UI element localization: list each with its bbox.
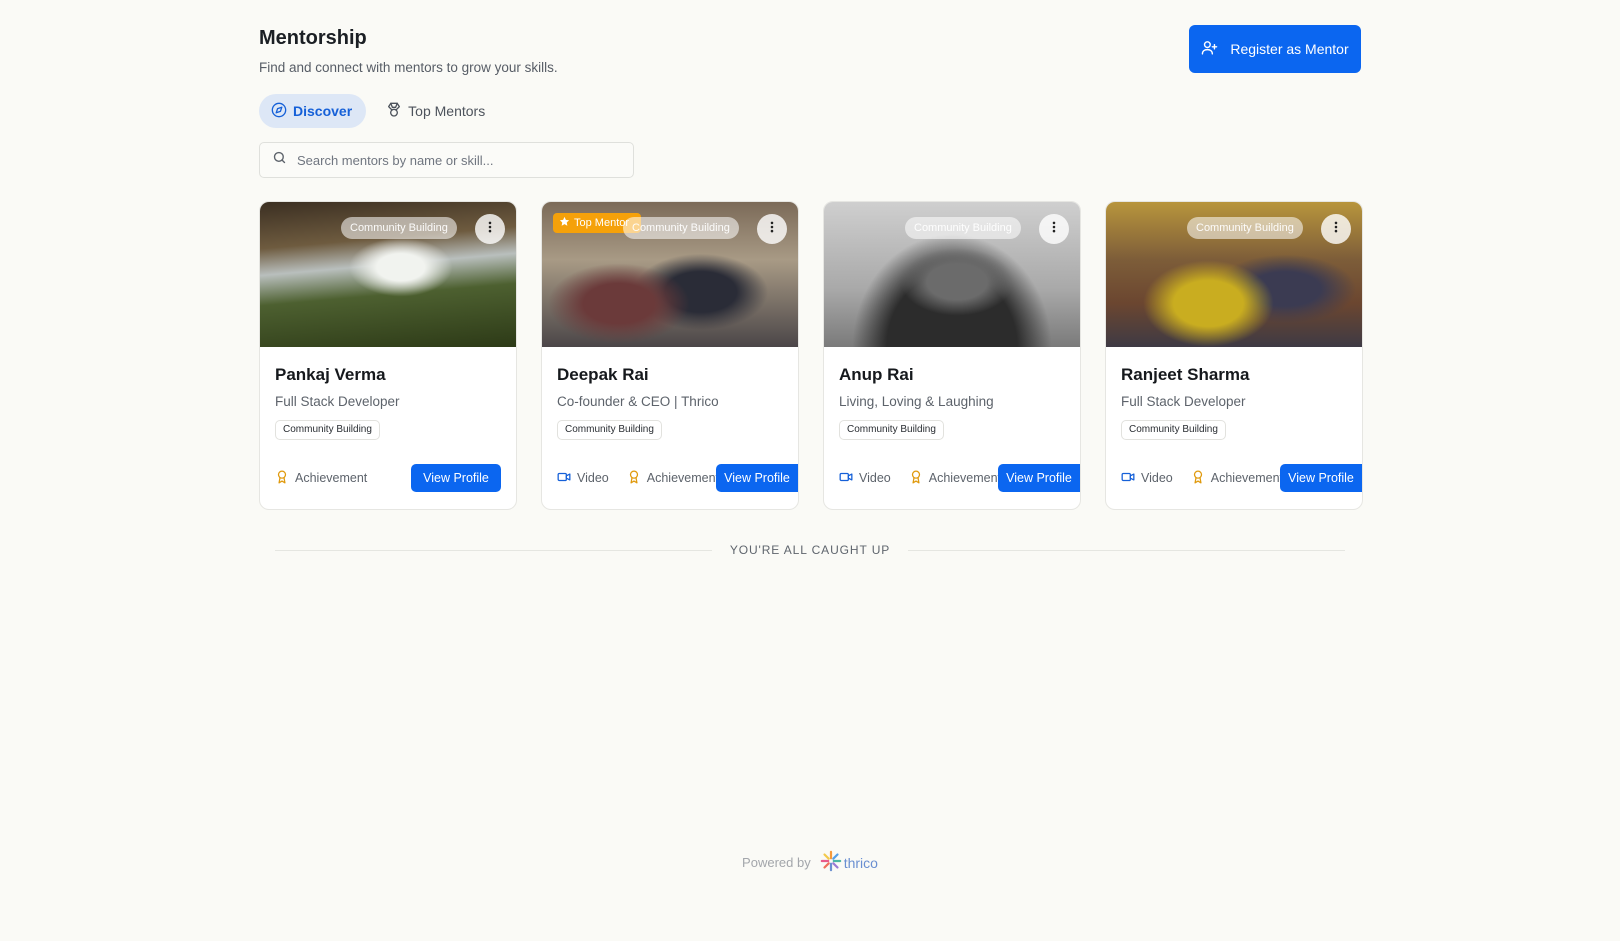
image-skill-badge: Community Building (905, 217, 1021, 239)
mentor-cover-image: Community Building (1106, 202, 1362, 347)
mentor-card-footer: Video Achievement View Profile (839, 464, 1080, 492)
mentor-name: Ranjeet Sharma (1121, 365, 1250, 384)
mentor-role: Co-founder & CEO | Thrico (557, 394, 719, 409)
mentor-role: Living, Loving & Laughing (839, 394, 994, 409)
compass-icon (271, 102, 287, 121)
mentor-card-body: Anup Rai Living, Loving & Laughing Commu… (824, 347, 1080, 509)
powered-by-text: Powered by (742, 855, 811, 870)
brand-name: thrico (843, 854, 878, 871)
skill-tag: Community Building (839, 420, 944, 440)
search-icon (272, 150, 287, 170)
mentor-card-footer: Achievement View Profile (275, 464, 516, 492)
mentor-card[interactable]: Community Building Pankaj Verma Full Sta… (259, 201, 517, 510)
feature-label: Video (577, 471, 609, 485)
image-skill-badge: Community Building (1187, 217, 1303, 239)
divider-line (275, 549, 712, 551)
more-vertical-icon (1329, 220, 1343, 239)
mentor-cover-image: Community Building (260, 202, 516, 347)
divider-line (908, 549, 1345, 551)
view-profile-button[interactable]: View Profile (998, 464, 1080, 492)
mentor-card[interactable]: Community Building Ranjeet Sharma Full S… (1105, 201, 1363, 510)
brand-logo[interactable]: thrico (820, 850, 878, 875)
view-profile-button[interactable]: View Profile (1280, 464, 1362, 492)
feature-achievement: Achievement (275, 470, 367, 487)
sparkle-logo-icon (820, 850, 842, 875)
feature-label: Video (1141, 471, 1173, 485)
image-skill-badge: Community Building (341, 217, 457, 239)
mentor-cover-image: Top Mentor Community Building (542, 202, 798, 347)
skill-tag: Community Building (557, 420, 662, 440)
feature-label: Achievement (646, 471, 720, 485)
mentor-card[interactable]: Community Building Anup Rai Living, Lovi… (823, 201, 1081, 510)
award-icon (1191, 470, 1205, 487)
mentor-card-footer: Video Achievement View Profile (1121, 464, 1362, 492)
star-icon (559, 216, 570, 230)
mentor-card-body: Ranjeet Sharma Full Stack Developer Comm… (1106, 347, 1362, 509)
more-vertical-icon (483, 220, 497, 239)
mentor-card-body: Deepak Rai Co-founder & CEO | Thrico Com… (542, 347, 798, 509)
feature-label: Video (859, 471, 891, 485)
award-icon (275, 470, 289, 487)
video-icon (1121, 470, 1135, 487)
skill-tag: Community Building (275, 420, 380, 440)
mentorship-tabs: Discover Top Mentors (259, 94, 499, 128)
feature-video: Video (839, 470, 891, 487)
mentor-card-body: Pankaj Verma Full Stack Developer Commun… (260, 347, 516, 509)
mentor-card[interactable]: Top Mentor Community Building Deepak Rai… (541, 201, 799, 510)
page-footer: Powered by thrico (0, 850, 1620, 875)
card-menu-button[interactable] (757, 214, 787, 244)
feature-label: Achievement (928, 471, 1002, 485)
tab-top-mentors-label: Top Mentors (408, 103, 486, 119)
medal-icon (386, 102, 402, 121)
video-icon (839, 470, 853, 487)
caught-up-text: YOU'RE ALL CAUGHT UP (729, 543, 891, 557)
view-profile-button[interactable]: View Profile (411, 464, 501, 492)
card-menu-button[interactable] (1039, 214, 1069, 244)
tab-discover-label: Discover (293, 103, 353, 119)
video-icon (557, 470, 571, 487)
caught-up-divider: YOU'RE ALL CAUGHT UP (275, 540, 1345, 560)
top-mentor-label: Top Mentor (574, 217, 630, 229)
feature-video: Video (557, 470, 609, 487)
tab-top-mentors[interactable]: Top Mentors (374, 94, 499, 128)
mentorship-page: Mentorship Find and connect with mentors… (0, 0, 1620, 941)
register-as-mentor-button[interactable]: Register as Mentor (1189, 25, 1361, 73)
feature-achievement: Achievement (1191, 470, 1283, 487)
mentor-name: Pankaj Verma (275, 365, 386, 384)
search-bar (259, 142, 634, 178)
mentor-role: Full Stack Developer (275, 394, 400, 409)
tab-discover[interactable]: Discover (259, 94, 367, 128)
mentor-name: Deepak Rai (557, 365, 649, 384)
more-vertical-icon (765, 220, 779, 239)
search-input[interactable] (297, 152, 617, 168)
mentor-role: Full Stack Developer (1121, 394, 1246, 409)
view-profile-button[interactable]: View Profile (716, 464, 798, 492)
feature-achievement: Achievement (909, 470, 1001, 487)
user-plus-icon (1201, 39, 1218, 59)
mentor-card-footer: Video Achievement View Profile (557, 464, 798, 492)
more-vertical-icon (1047, 220, 1061, 239)
image-skill-badge: Community Building (623, 217, 739, 239)
mentor-card-list: Community Building Pankaj Verma Full Sta… (259, 201, 1363, 510)
award-icon (909, 470, 923, 487)
skill-tag: Community Building (1121, 420, 1226, 440)
feature-label: Achievement (295, 471, 368, 485)
register-button-label: Register as Mentor (1230, 41, 1349, 57)
mentor-name: Anup Rai (839, 365, 914, 384)
feature-achievement: Achievement (627, 470, 719, 487)
page-header: Mentorship Find and connect with mentors… (259, 24, 1361, 75)
feature-label: Achievement (1210, 471, 1284, 485)
card-menu-button[interactable] (1321, 214, 1351, 244)
award-icon (627, 470, 641, 487)
mentor-cover-image: Community Building (824, 202, 1080, 347)
feature-video: Video (1121, 470, 1173, 487)
card-menu-button[interactable] (475, 214, 505, 244)
